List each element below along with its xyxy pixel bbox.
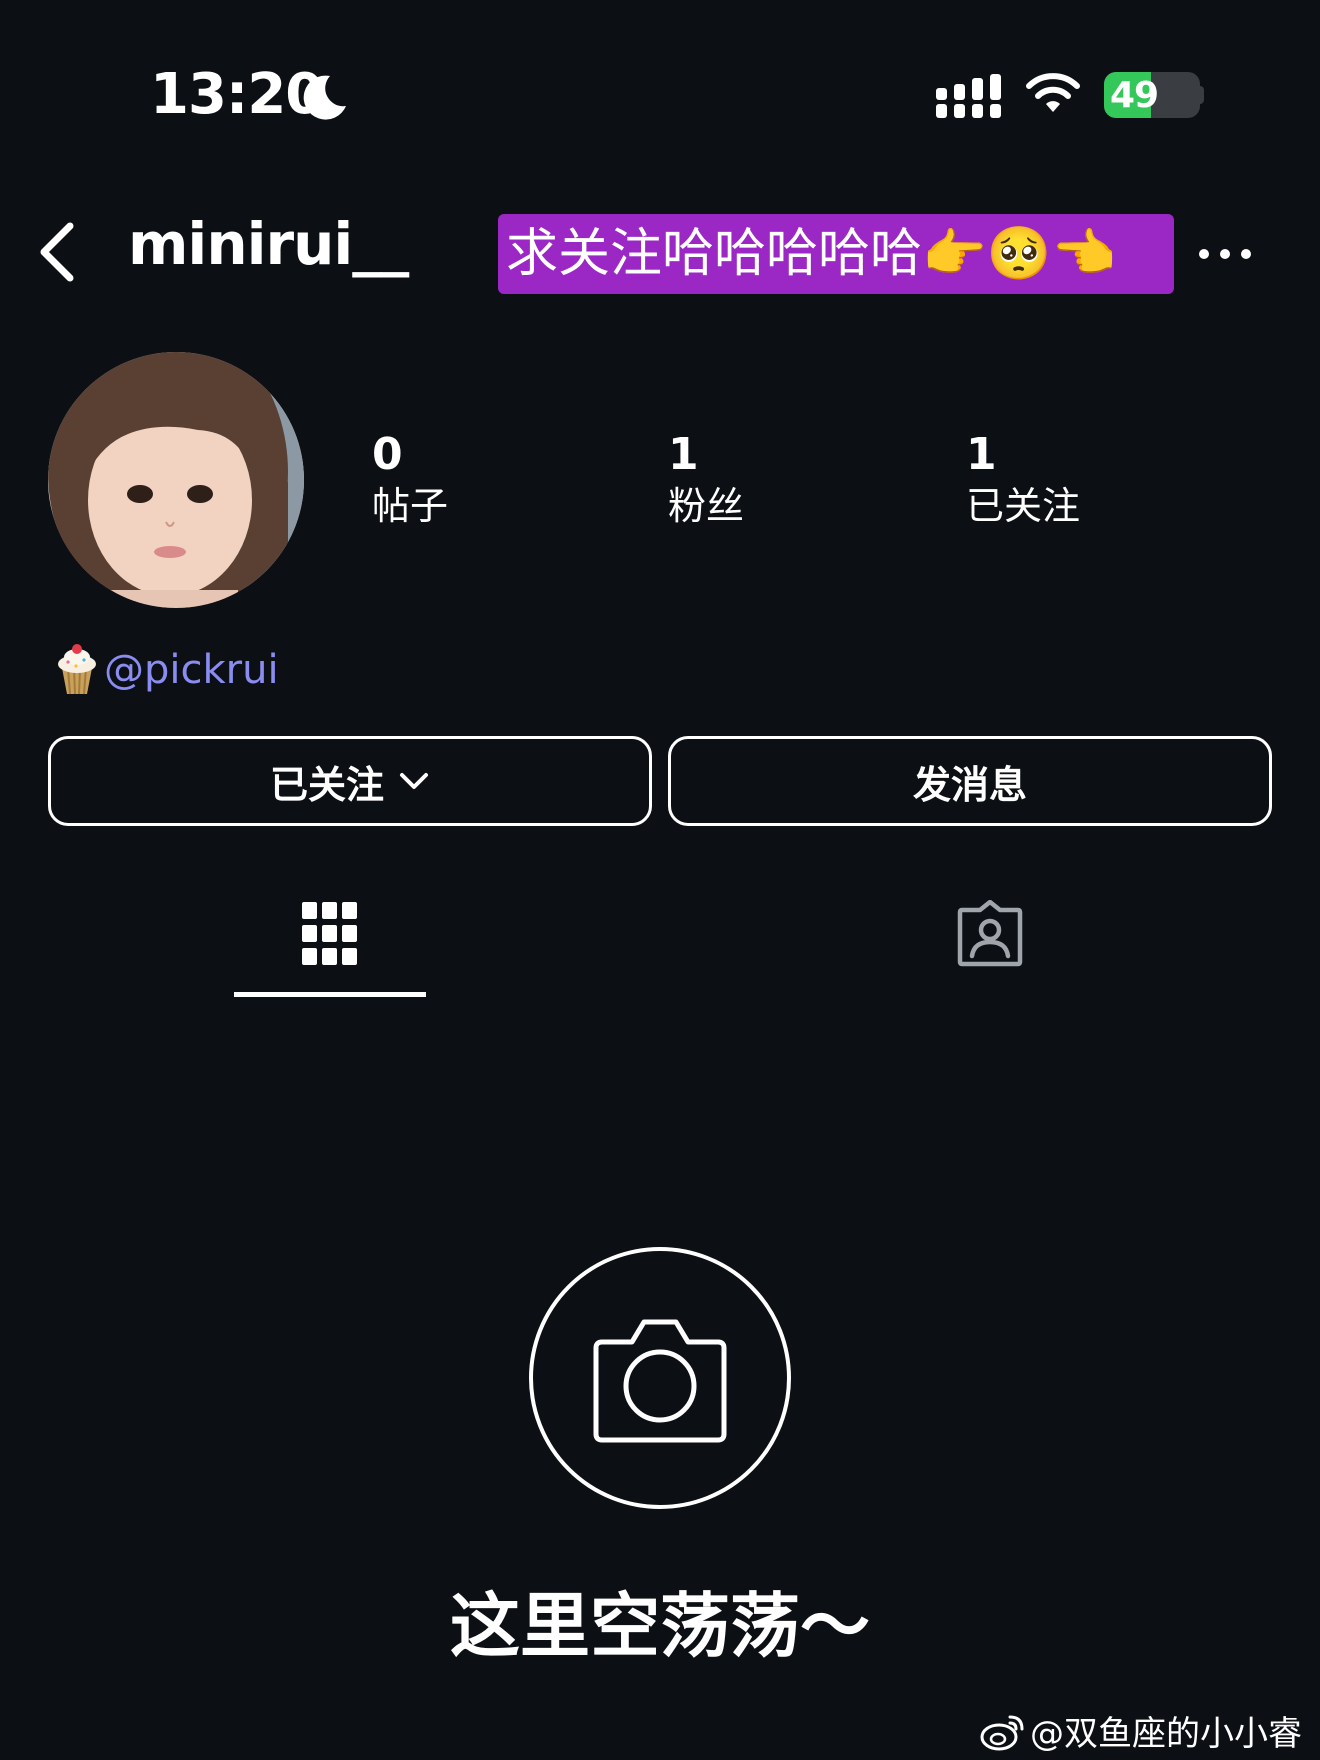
profile-username: minirui__ [128,210,409,278]
bio-link[interactable]: @pickrui [104,647,279,693]
stat-posts-count: 0 [372,429,403,480]
more-icon[interactable] [1196,236,1254,272]
grid-icon[interactable] [300,900,360,968]
weibo-icon [980,1715,1024,1750]
watermark: @双鱼座的小小睿 [980,1706,1302,1755]
avatar[interactable] [48,352,304,608]
wifi-icon [1026,73,1080,112]
battery-icon: 49 [1104,72,1200,118]
following-button-label: 已关注 [269,762,384,807]
cupcake-icon [58,644,96,695]
message-button[interactable]: 发消息 [668,736,1272,826]
promo-caption-overlay: 求关注哈哈哈哈哈👉🥺👈 [498,214,1174,294]
chevron-down-icon [400,773,428,789]
watermark-text: @双鱼座的小小睿 [1030,1714,1302,1754]
stat-followers-count: 1 [668,429,699,480]
back-icon[interactable] [34,220,84,284]
tab-active-indicator [234,992,426,997]
stat-following[interactable]: 1 已关注 [966,430,1080,532]
stat-followers-label: 粉丝 [668,484,745,528]
battery-level-text: 49 [1110,75,1159,116]
status-time: 13:20 [150,62,324,127]
camera-icon [529,1247,791,1509]
empty-state-text: 这里空荡荡～ [450,1585,870,1667]
signal-icon [936,74,1001,118]
stat-posts[interactable]: 0 帖子 [372,430,448,532]
stat-posts-label: 帖子 [372,484,449,528]
moon-icon [303,75,346,120]
bio: @pickrui [54,642,279,698]
battery-nub [1198,86,1204,104]
tagged-icon[interactable] [956,900,1024,968]
stat-following-label: 已关注 [966,484,1081,528]
following-button[interactable]: 已关注 [48,736,652,826]
stat-following-count: 1 [966,429,997,480]
stat-followers[interactable]: 1 粉丝 [668,430,744,532]
message-button-label: 发消息 [912,762,1027,807]
